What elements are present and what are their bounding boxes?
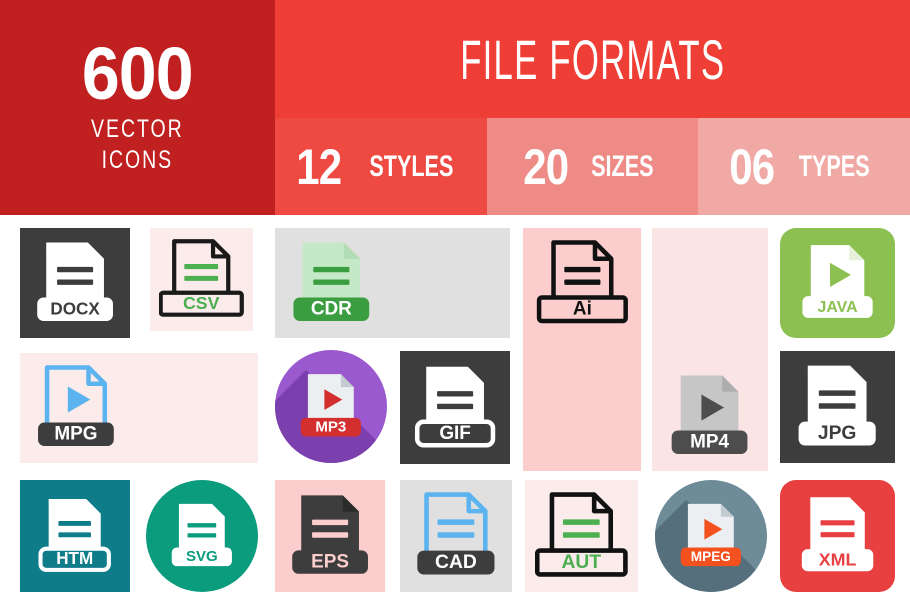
stat-label: TYPES — [799, 149, 870, 183]
file-format-label: JPG — [818, 423, 857, 444]
icon-htm[interactable]: HTM — [20, 480, 130, 592]
file-icon-docx: DOCX — [30, 238, 120, 328]
header-subtitle-line2: ICONS — [101, 145, 174, 174]
header-left-panel: 600 VECTOR ICONS — [0, 0, 275, 215]
file-icon-csv: CSV — [158, 237, 245, 321]
stat-label: SIZES — [591, 149, 655, 183]
icon-csv[interactable]: CSV — [150, 228, 253, 331]
file-icon-mpeg: MPEG — [675, 498, 747, 574]
stat-item-styles: 12 STYLES — [275, 118, 487, 215]
file-icon-mp3: MP3 — [295, 368, 367, 445]
icon-mpeg[interactable]: MPEG — [655, 480, 767, 592]
page-title: FILE FORMATS — [459, 27, 726, 91]
file-format-label: GIF — [439, 423, 471, 444]
icon-aut[interactable]: AUT — [525, 480, 638, 592]
file-icon-jpg: JPG — [790, 361, 884, 453]
stat-item-types: 06 TYPES — [698, 118, 910, 215]
file-icon-cdr: CDR — [285, 238, 378, 328]
file-format-label: CSV — [183, 293, 220, 313]
icon-eps[interactable]: EPS — [275, 480, 385, 592]
icon-docx[interactable]: DOCX — [20, 228, 130, 338]
file-format-label: JAVA — [817, 299, 858, 316]
icon-xml[interactable]: XML — [780, 480, 895, 592]
file-format-label: MP4 — [691, 432, 730, 453]
icon-ai[interactable]: Ai — [523, 228, 641, 338]
file-icon-xml: XML — [795, 493, 880, 578]
file-icon-eps: EPS — [285, 490, 375, 582]
file-format-label: XML — [819, 550, 857, 570]
file-icon-cad: CAD — [410, 490, 502, 582]
poster-root: 600 VECTOR ICONS FILE FORMATS 12 STYLES 20… — [0, 0, 910, 607]
stats-row: 12 STYLES 20 SIZES 06 TYPES — [275, 118, 910, 215]
icon-svg[interactable]: SVG — [146, 480, 258, 592]
stat-number: 12 — [296, 138, 342, 195]
header-subtitle-line1: VECTOR — [91, 115, 184, 144]
header-title-bar: FILE FORMATS — [275, 0, 910, 118]
stat-number: 06 — [728, 138, 775, 195]
icon-grid: DOCX CSV CDR Ai JAVA MPG MP3 GIF MP4 JPG HTM SVG EPS… — [0, 215, 910, 607]
file-icon-mpg: MPG — [30, 363, 122, 453]
stat-label: STYLES — [369, 149, 454, 183]
header-subtitle: VECTOR ICONS — [91, 114, 184, 175]
file-icon-ai: Ai — [534, 238, 631, 328]
file-format-label: CAD — [435, 552, 477, 573]
icon-cad[interactable]: CAD — [400, 480, 512, 592]
icon-mp4[interactable]: MP4 — [652, 361, 768, 471]
icon-cdr[interactable]: CDR — [275, 228, 388, 338]
file-format-label: AUT — [562, 552, 602, 573]
file-icon-aut: AUT — [535, 490, 628, 582]
stat-number: 20 — [523, 138, 569, 195]
icon-count: 600 — [82, 31, 194, 115]
icon-java[interactable]: JAVA — [780, 228, 895, 338]
stat-item-sizes: 20 SIZES — [486, 118, 699, 215]
file-format-label: Ai — [573, 299, 592, 320]
file-format-label: MPEG — [691, 549, 731, 564]
file-format-label: SVG — [186, 548, 218, 565]
file-format-label: DOCX — [50, 299, 100, 319]
icon-mp3[interactable]: MP3 — [275, 350, 387, 463]
icon-jpg[interactable]: JPG — [780, 351, 895, 463]
file-icon-mp4: MP4 — [662, 371, 757, 461]
file-format-label: MP3 — [316, 419, 347, 436]
file-icon-java: JAVA — [795, 241, 880, 325]
icon-gif[interactable]: GIF — [400, 351, 510, 464]
file-icon-htm: HTM — [34, 492, 115, 579]
file-format-label: EPS — [311, 552, 349, 573]
icon-mpg[interactable]: MPG — [20, 353, 132, 463]
file-format-label: CDR — [311, 299, 352, 320]
file-icon-svg: SVG — [166, 498, 238, 574]
file-format-label: MPG — [54, 424, 97, 445]
file-format-label: HTM — [56, 549, 93, 568]
file-icon-gif: GIF — [410, 361, 500, 454]
